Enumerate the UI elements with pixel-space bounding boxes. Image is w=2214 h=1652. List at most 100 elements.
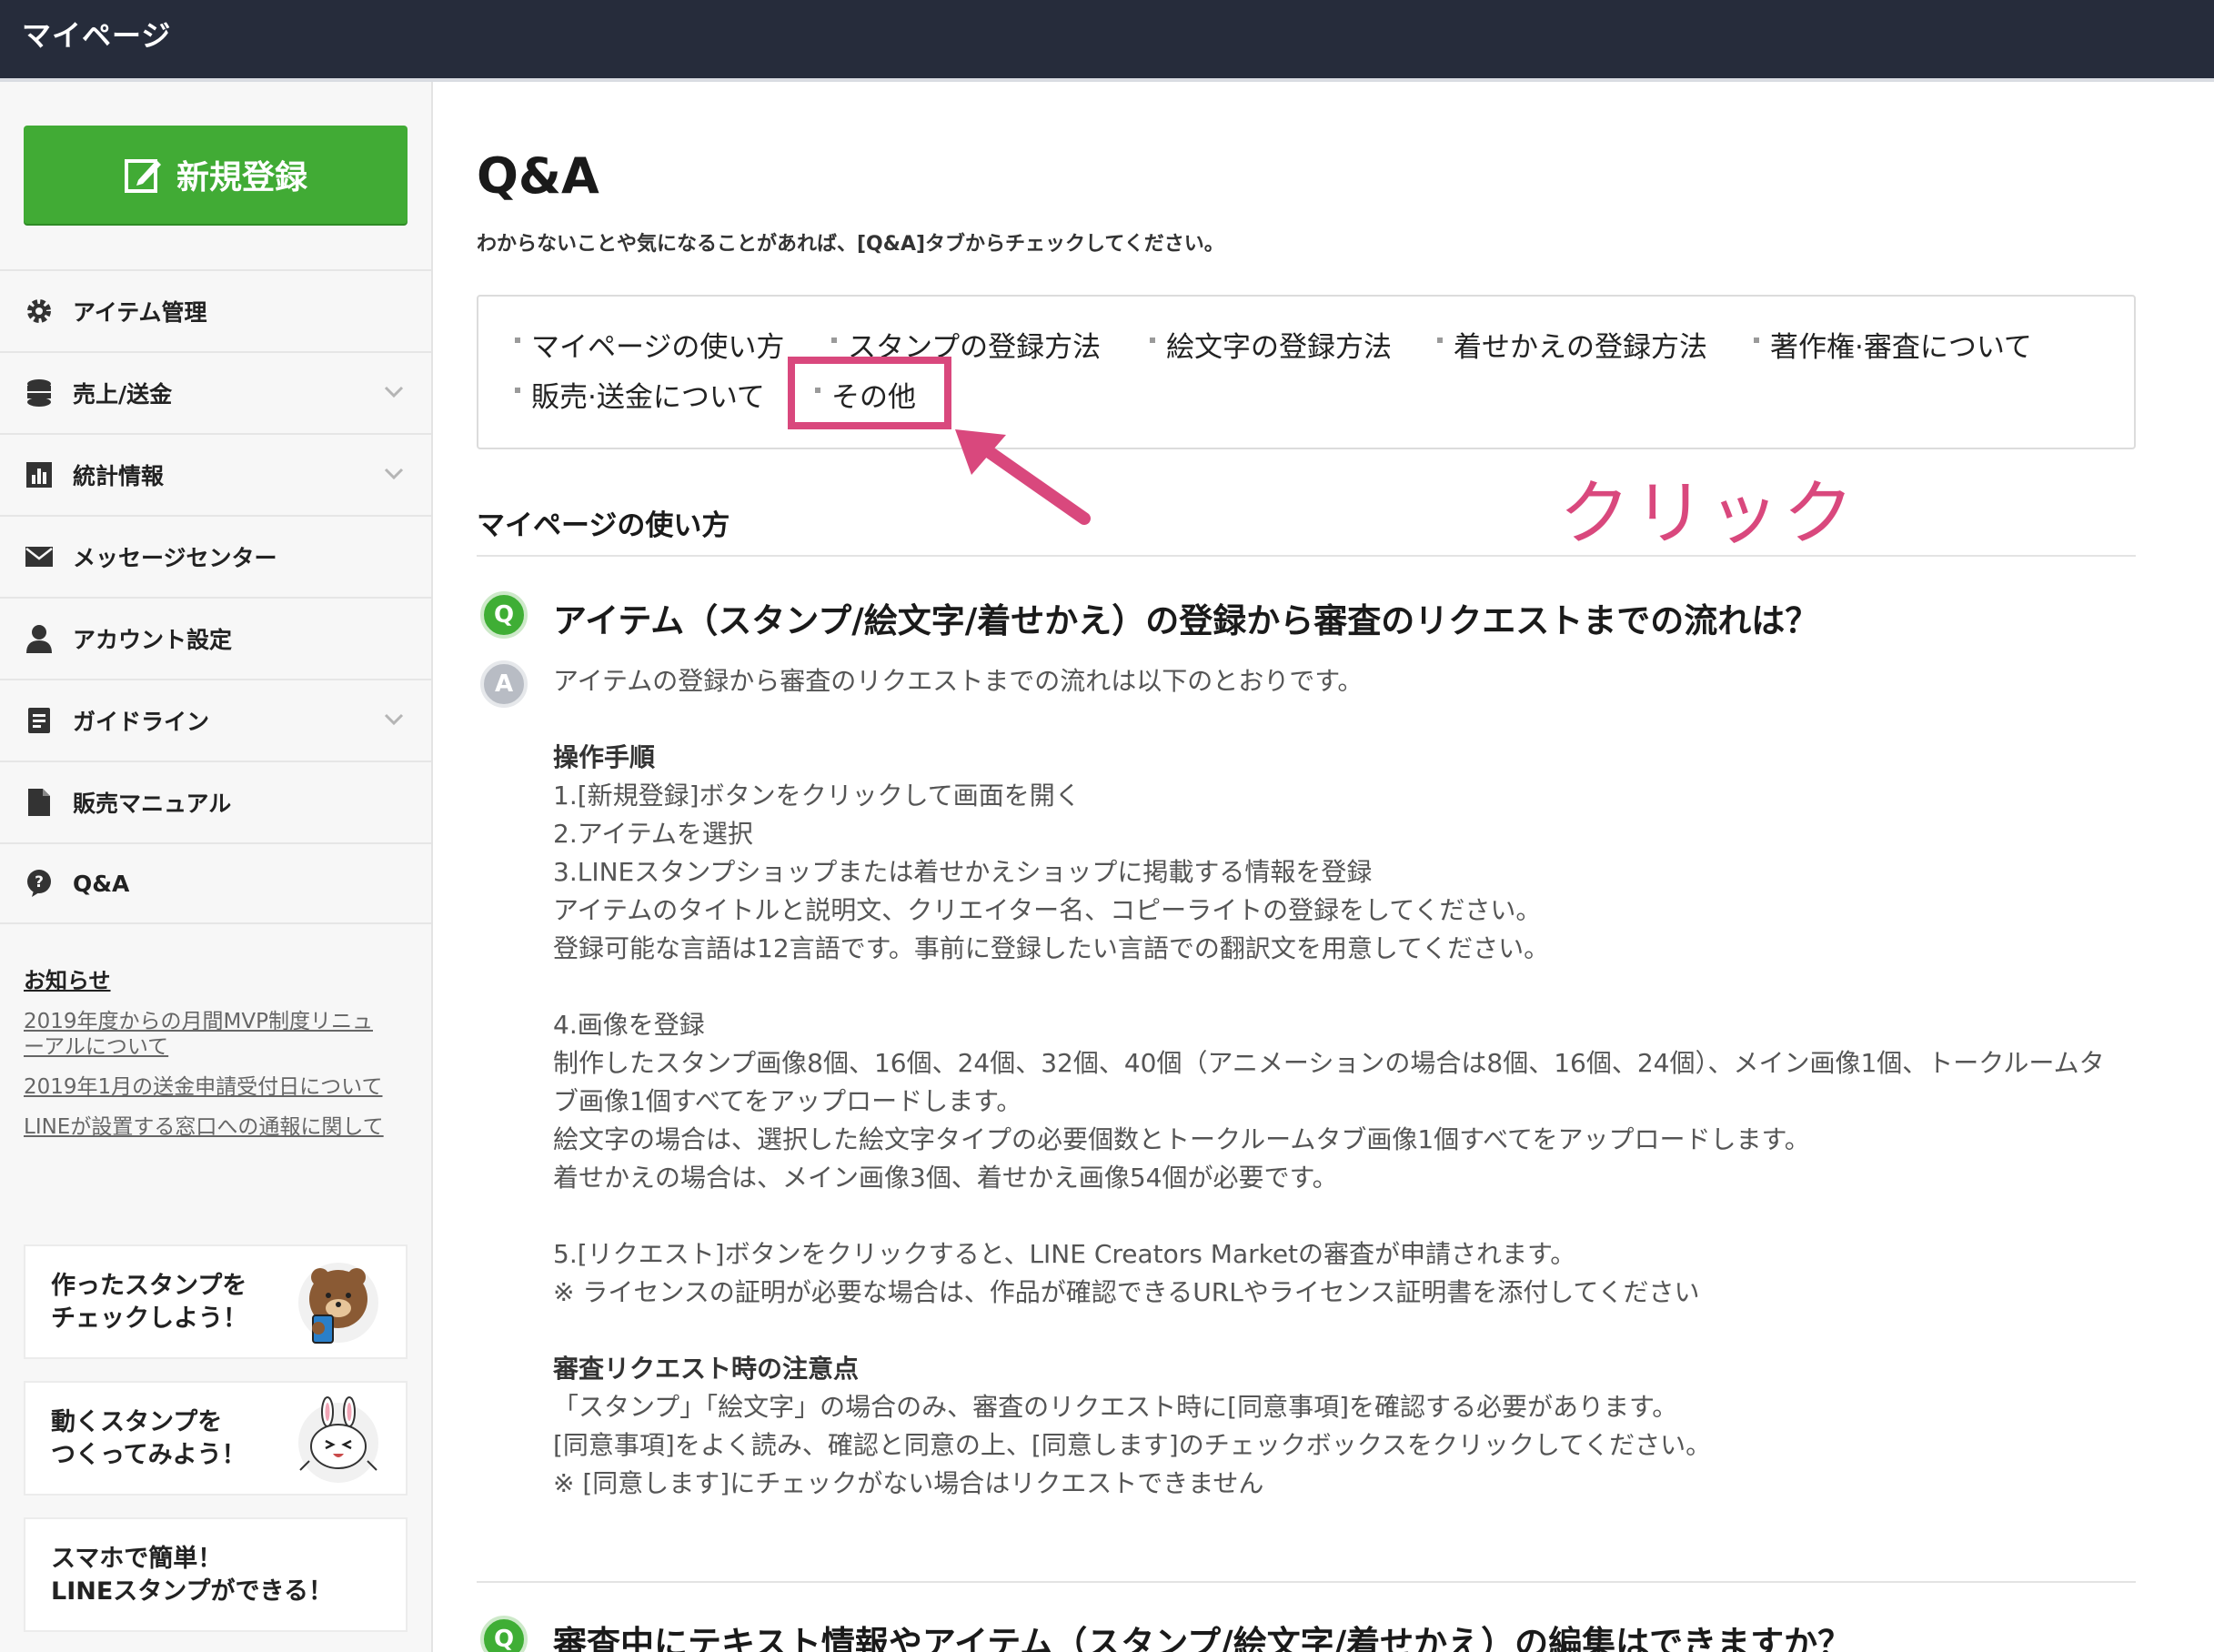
sidebar-item-sales-manual[interactable]: 販売マニュアル: [0, 761, 431, 842]
banner-line: 作ったスタンプを: [51, 1272, 247, 1300]
sidebar-item-account-settings[interactable]: アカウント設定: [0, 597, 431, 679]
sidebar-item-guidelines[interactable]: ガイドライン: [0, 679, 431, 761]
news-link[interactable]: ーアルについて: [24, 1034, 415, 1060]
chevron-down-icon[interactable]: [384, 468, 404, 480]
answer-text: 3.LINEスタンプショップまたは着せかえショップに掲載する情報を登録: [553, 857, 1373, 887]
edit-icon: [124, 159, 161, 193]
answer-text: 1.[新規登録]ボタンをクリックして画面を開く: [553, 781, 1081, 811]
answer-badge: A: [480, 660, 528, 708]
question-badge: Q: [480, 591, 528, 639]
brown-bear-illustration: [298, 1263, 378, 1344]
question-title[interactable]: 審査中にテキスト情報やアイテム（スタンプ/絵文字/着せかえ）の編集はできますか？: [553, 1616, 1851, 1652]
answer-body: アイテムの登録から審査のリクエストまでの流れは以下のとおりです。 操作手順 1.…: [553, 662, 2136, 1503]
tab-label: 販売·送金について: [531, 381, 765, 414]
answer-text: ブ画像1個すべてをアップロードします。: [553, 1086, 1022, 1116]
top-header: マイページ: [0, 0, 2214, 78]
banner-line: スマホで簡単！: [51, 1545, 223, 1573]
sidebar-item-label: アイテム管理: [73, 299, 207, 326]
new-registration-button[interactable]: 新規登録: [24, 126, 408, 224]
banner-text: 動くスタンプを つくってみよう！: [51, 1406, 247, 1472]
answer-text: アイテムの登録から審査のリクエストまでの流れは以下のとおりです。: [553, 666, 1364, 696]
tab-emoji-registration[interactable]: 絵文字の登録方法: [1150, 324, 1392, 365]
banner-animated-stamps[interactable]: 動くスタンプを つくってみよう！: [24, 1381, 408, 1496]
sidebar-item-label: メッセージセンター: [73, 545, 277, 571]
highlight-box: [788, 357, 951, 429]
news-link[interactable]: 2019年1月の送金申請受付日について: [24, 1074, 415, 1100]
answer-text: アイテムのタイトルと説明文、クリエイター名、コピーライトの登録をしてください。: [553, 895, 1542, 925]
qa-divider: [477, 1581, 2136, 1583]
answer-subheading: 審査リクエスト時の注意点: [553, 1354, 860, 1384]
answer-text: 5.[リクエスト]ボタンをクリックすると、LINE Creators Marke…: [553, 1239, 1576, 1269]
banner-line: 動くスタンプを: [51, 1408, 223, 1436]
sidebar-item-item-management[interactable]: アイテム管理: [0, 269, 431, 351]
section-title: マイページの使い方: [477, 509, 730, 542]
answer-text: 絵文字の場合は、選択した絵文字タイプの必要個数とトークルームタブ画像1個すべてを…: [553, 1124, 1810, 1154]
sidebar-item-sales-remittance[interactable]: 売上/送金: [0, 351, 431, 433]
tab-sales-remittance[interactable]: 販売·送金について: [515, 374, 765, 415]
answer-text: 4.画像を登録: [553, 1010, 705, 1040]
sidebar-item-label: 販売マニュアル: [73, 791, 232, 817]
answer-text: [同意事項]をよく読み、確認と同意の上、[同意します]のチェックボックスをクリッ…: [553, 1430, 1712, 1460]
bullet-icon: [1437, 337, 1443, 343]
document-icon: [24, 705, 55, 736]
sidebar-item-label: 統計情報: [73, 463, 165, 489]
answer-text: 登録可能な言語は12言語です。事前に登録したい言語での翻訳文を用意してください。: [553, 933, 1550, 963]
answer-text: 着せかえの場合は、メイン画像3個、着せかえ画像54個が必要です。: [553, 1163, 1338, 1193]
news-section: お知らせ 2019年度からの月間MVP制度リニュ ーアルについて 2019年1月…: [24, 962, 415, 1154]
bullet-icon: [515, 337, 520, 343]
user-icon: [24, 623, 55, 654]
news-link[interactable]: LINEが設置する窓口への通報に関して: [24, 1114, 415, 1140]
new-registration-label: 新規登録: [176, 159, 307, 196]
qa-category-tabs: マイページの使い方 スタンプの登録方法 絵文字の登録方法 着せかえの登録方法 著…: [477, 295, 2136, 449]
banner-line: LINEスタンプができる！: [51, 1577, 333, 1606]
svg-text:?: ?: [35, 873, 44, 891]
news-heading[interactable]: お知らせ: [24, 962, 415, 994]
bullet-icon: [1754, 337, 1759, 343]
sidebar-item-statistics[interactable]: 統計情報: [0, 433, 431, 515]
tab-label: 著作権·審査について: [1770, 331, 2032, 364]
chevron-down-icon[interactable]: [384, 713, 404, 726]
chevron-down-icon[interactable]: [384, 386, 404, 398]
sidebar-item-label: アカウント設定: [73, 627, 233, 653]
envelope-icon: [24, 541, 55, 572]
section-divider: [477, 555, 2136, 557]
header-title[interactable]: マイページ: [22, 13, 171, 55]
sidebar: 新規登録 アイテム管理 売上/送金 統計情報 メッセージセンター アカウント設定…: [0, 82, 433, 1652]
sidebar-item-label: 売上/送金: [73, 381, 173, 408]
banner-text: スマホで簡単！ LINEスタンプができる！: [51, 1543, 333, 1608]
answer-subheading: 操作手順: [553, 742, 656, 772]
page-title: Q&A: [477, 147, 599, 205]
tab-theme-registration[interactable]: 着せかえの登録方法: [1437, 324, 1707, 365]
answer-text: 「スタンプ」「絵文字」の場合のみ、審査のリクエスト時に[同意事項]を確認する必要…: [553, 1392, 1678, 1422]
bar-chart-icon: [24, 459, 55, 490]
question-title: アイテム（スタンプ/絵文字/着せかえ）の登録から審査のリクエストまでの流れは？: [553, 601, 1819, 640]
tab-label: 絵文字の登録方法: [1166, 331, 1392, 364]
tab-mypage-usage[interactable]: マイページの使い方: [515, 324, 784, 365]
answer-text: 2.アイテムを選択: [553, 819, 753, 849]
sidebar-item-message-center[interactable]: メッセージセンター: [0, 515, 431, 597]
banner-smartphone[interactable]: スマホで簡単！ LINEスタンプができる！: [24, 1517, 408, 1632]
banner-line: チェックしよう！: [51, 1304, 247, 1333]
bullet-icon: [515, 387, 520, 393]
answer-text: ※ ライセンスの証明が必要な場合は、作品が確認できるURLやライセンス証明書を添…: [553, 1277, 1700, 1307]
sidebar-item-label: ガイドライン: [73, 709, 210, 735]
banner-text: 作ったスタンプを チェックしよう！: [51, 1270, 247, 1335]
click-annotation: クリック: [1559, 473, 1858, 555]
question-badge: Q: [480, 1616, 528, 1652]
tab-label: 着せかえの登録方法: [1454, 331, 1707, 364]
bullet-icon: [1150, 337, 1155, 343]
sidebar-item-qa[interactable]: ? Q&A: [0, 842, 431, 924]
tab-copyright-review[interactable]: 著作権·審査について: [1754, 324, 2032, 365]
tab-label: マイページの使い方: [531, 331, 785, 364]
arrow-icon: [955, 429, 1091, 525]
rabbit-illustration: [298, 1396, 378, 1483]
banner-check-stamps[interactable]: 作ったスタンプを チェックしよう！: [24, 1244, 408, 1359]
page-subtitle: わからないことや気になることがあれば、[Q&A]タブからチェックしてください。: [477, 233, 1224, 256]
sidebar-nav: アイテム管理 売上/送金 統計情報 メッセージセンター アカウント設定 ガイドラ…: [0, 269, 431, 924]
banner-line: つくってみよう！: [51, 1441, 247, 1469]
news-link[interactable]: 2019年度からの月間MVP制度リニュ: [24, 1009, 415, 1034]
